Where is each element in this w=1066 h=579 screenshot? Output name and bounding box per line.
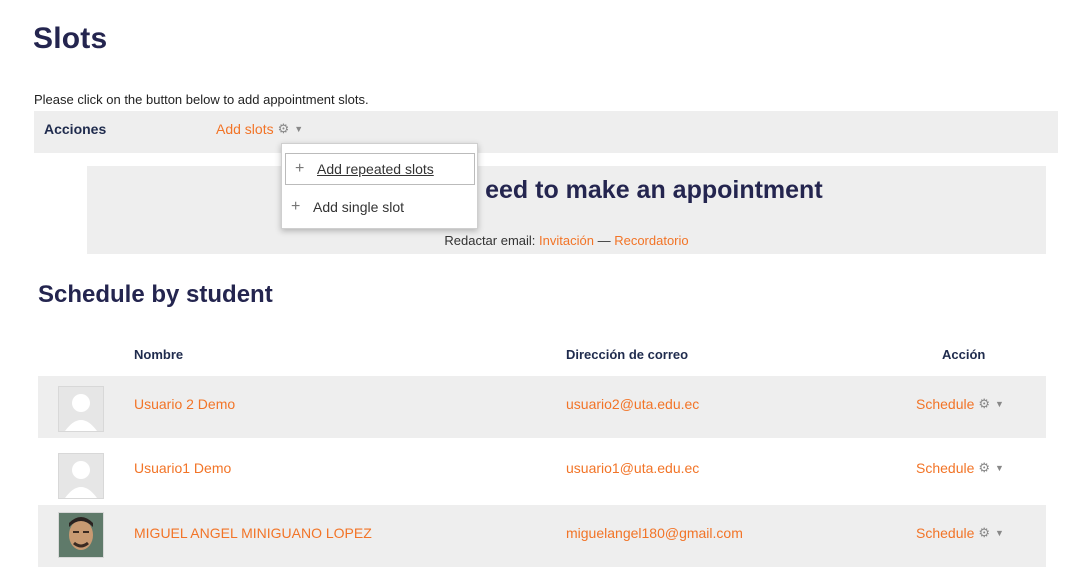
page-title: Slots: [33, 22, 108, 55]
separator: —: [597, 233, 611, 248]
chevron-down-icon: ▼: [995, 463, 1004, 473]
email-prefix: Redactar email:: [444, 233, 536, 248]
gear-icon: ⚙: [978, 396, 991, 411]
reminder-link[interactable]: Recordatorio: [614, 233, 688, 248]
schedule-menu[interactable]: Schedule ⚙ ▼: [916, 460, 1004, 476]
info-title: 3 seed to make an appointment: [87, 176, 1046, 205]
gear-icon: ⚙: [978, 460, 991, 475]
header-action: Acción: [942, 347, 986, 362]
actions-bar: [34, 111, 1058, 153]
chevron-down-icon: ▼: [995, 528, 1004, 538]
chevron-down-icon: ▼: [995, 399, 1004, 409]
plus-icon: +: [295, 160, 305, 177]
avatar: [58, 453, 104, 499]
add-repeated-slots-item[interactable]: + Add repeated slots: [285, 153, 475, 185]
schedule-menu[interactable]: Schedule ⚙ ▼: [916, 525, 1004, 541]
header-name: Nombre: [134, 347, 184, 362]
invitation-link[interactable]: Invitación: [539, 233, 594, 248]
header-email: Dirección de correo: [566, 347, 689, 362]
schedule-label: Schedule: [916, 396, 975, 412]
schedule-label: Schedule: [916, 525, 975, 541]
intro-text: Please click on the button below to add …: [34, 92, 369, 107]
student-name[interactable]: MIGUEL ANGEL MINIGUANO LOPEZ: [134, 525, 372, 541]
student-email[interactable]: usuario1@uta.edu.ec: [566, 460, 699, 476]
chevron-down-icon: ▼: [294, 124, 304, 134]
schedule-label: Schedule: [916, 460, 975, 476]
student-name[interactable]: Usuario 2 Demo: [134, 396, 235, 412]
avatar-photo: [58, 512, 104, 558]
schedule-title: Schedule by student: [38, 281, 273, 308]
student-email[interactable]: usuario2@uta.edu.ec: [566, 396, 699, 412]
gear-icon: ⚙: [978, 525, 991, 540]
add-single-slot-label: Add single slot: [313, 199, 405, 215]
add-slots-menu[interactable]: Add slots ⚙ ▼: [216, 121, 303, 137]
schedule-menu[interactable]: Schedule ⚙ ▼: [916, 396, 1004, 412]
add-repeated-slots-label: Add repeated slots: [317, 161, 434, 177]
email-line: Redactar email: Invitación — Recordatori…: [87, 233, 1046, 248]
student-email[interactable]: miguelangel180@gmail.com: [566, 525, 743, 541]
plus-icon: +: [291, 198, 301, 215]
add-slots-dropdown: + Add repeated slots + Add single slot: [281, 143, 478, 229]
add-slots-label: Add slots: [216, 121, 274, 137]
add-single-slot-item[interactable]: + Add single slot: [282, 190, 477, 224]
actions-label: Acciones: [44, 121, 107, 137]
student-name[interactable]: Usuario1 Demo: [134, 460, 231, 476]
info-title-right: eed to make an appointment: [485, 176, 823, 204]
avatar: [58, 386, 104, 432]
gear-icon: ⚙: [277, 121, 290, 136]
